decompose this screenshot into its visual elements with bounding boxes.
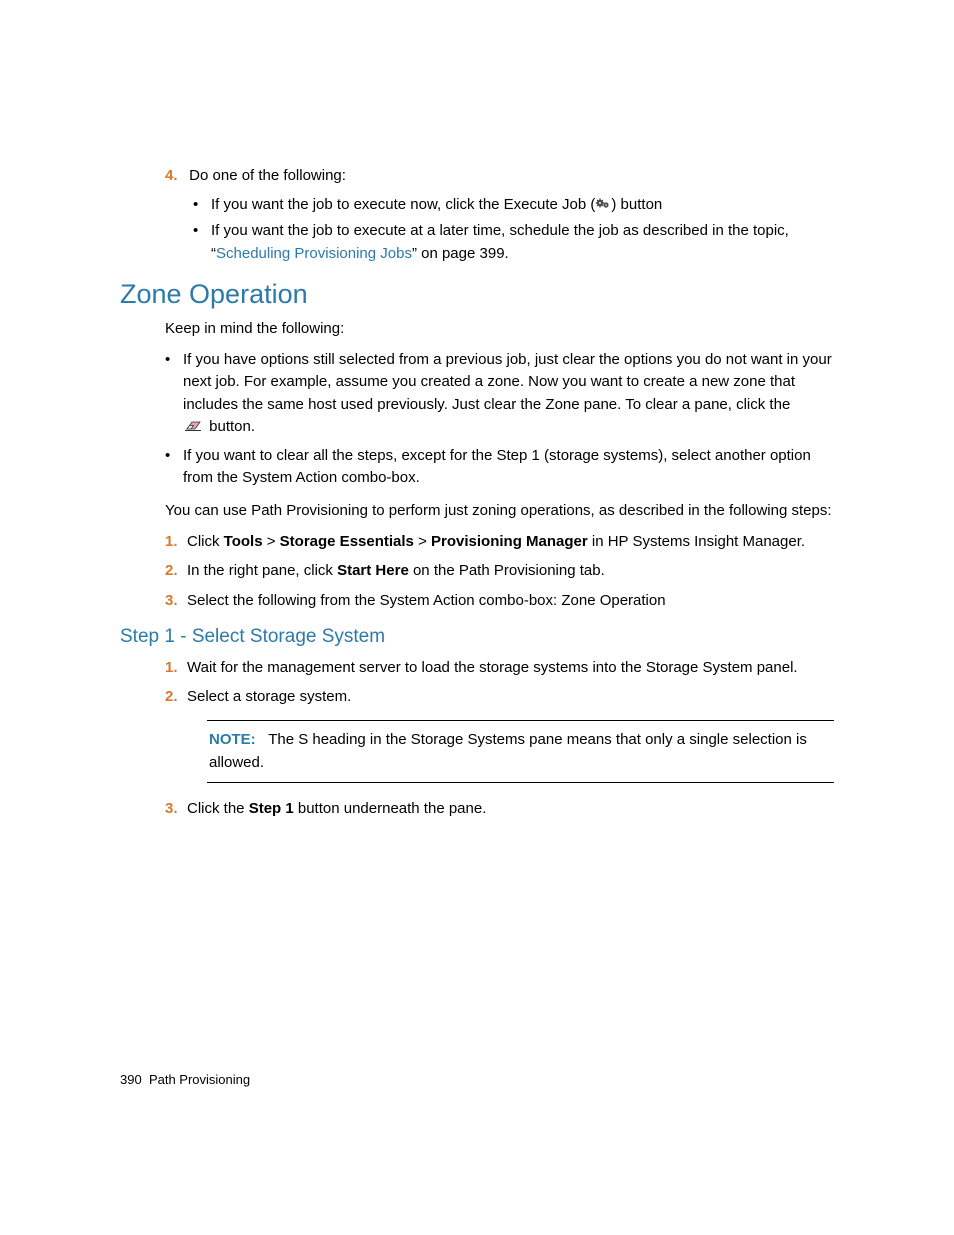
ordered-item-4: 4. Do one of the following: xyxy=(165,165,834,188)
list-text: In the right pane, click Start Here on t… xyxy=(187,559,834,582)
text: In the right pane, click xyxy=(187,562,337,579)
document-page: 4. Do one of the following: • If you wan… xyxy=(0,0,954,1235)
bold-text: Provisioning Manager xyxy=(431,533,588,550)
text: > xyxy=(414,533,431,550)
bullet-text: If you want to clear all the steps, exce… xyxy=(183,445,834,490)
ordered-item: 2.Select a storage system. xyxy=(165,685,834,708)
list-number: 3. xyxy=(165,797,187,820)
list-number: 2. xyxy=(165,559,187,582)
heading-zone-operation: Zone Operation xyxy=(120,279,834,310)
text: on the Path Provisioning tab. xyxy=(409,562,605,579)
bullet-item: • If you want to clear all the steps, ex… xyxy=(165,445,834,490)
text: Click the xyxy=(187,800,249,817)
bullet-marker: • xyxy=(193,220,211,265)
bold-text: Step 1 xyxy=(249,800,294,817)
execute-job-icon xyxy=(595,196,611,210)
ordered-item: 1.Wait for the management server to load… xyxy=(165,656,834,679)
list-number: 1. xyxy=(165,530,187,553)
bullet-marker: • xyxy=(165,349,183,439)
list-number: 2. xyxy=(165,685,187,708)
text: Click xyxy=(187,533,224,550)
intro-paragraph: Keep in mind the following: xyxy=(165,318,834,341)
list-text: Select the following from the System Act… xyxy=(187,589,834,612)
ordered-list-sub: 1.Wait for the management server to load… xyxy=(165,656,834,709)
page-number: 390 xyxy=(120,1072,142,1087)
bold-text: Storage Essentials xyxy=(280,533,414,550)
text: > xyxy=(263,533,280,550)
text: Select the following from the System Act… xyxy=(187,592,666,609)
ordered-item: 2.In the right pane, click Start Here on… xyxy=(165,559,834,582)
content-block: 4. Do one of the following: • If you wan… xyxy=(165,165,834,821)
bullet-item: • If you have options still selected fro… xyxy=(165,349,834,439)
eraser-icon xyxy=(183,418,203,432)
bullet-marker: • xyxy=(193,194,211,217)
list-number: 3. xyxy=(165,589,187,612)
list-text: Click the Step 1 button underneath the p… xyxy=(187,797,834,820)
bold-text: Start Here xyxy=(337,562,409,579)
note-label: NOTE: xyxy=(209,731,256,748)
note-box: NOTE: The S heading in the Storage Syste… xyxy=(207,720,834,783)
list-text: Do one of the following: xyxy=(189,167,346,184)
ordered-list-main: 1.Click Tools > Storage Essentials > Pro… xyxy=(165,530,834,612)
bullet-text: If you want the job to execute at a late… xyxy=(211,220,834,265)
page-footer: 390 Path Provisioning xyxy=(120,1072,250,1087)
text: in HP Systems Insight Manager. xyxy=(588,533,805,550)
bullet-text: If you have options still selected from … xyxy=(183,349,834,439)
text: button underneath the pane. xyxy=(294,800,487,817)
list-text: Select a storage system. xyxy=(187,685,834,708)
note-text: The S heading in the Storage Systems pan… xyxy=(209,731,807,771)
ordered-item: 3.Select the following from the System A… xyxy=(165,589,834,612)
list-number: 1. xyxy=(165,656,187,679)
list-text: Wait for the management server to load t… xyxy=(187,656,834,679)
footer-title: Path Provisioning xyxy=(149,1072,250,1087)
link-scheduling-jobs[interactable]: Scheduling Provisioning Jobs xyxy=(216,245,412,262)
sub-bullet-list: • If you want the job to execute now, cl… xyxy=(193,194,834,266)
list-number: 4. xyxy=(165,165,185,188)
ordered-item: 3. Click the Step 1 button underneath th… xyxy=(165,797,834,820)
list-text: Click Tools > Storage Essentials > Provi… xyxy=(187,530,834,553)
bold-text: Tools xyxy=(224,533,263,550)
heading-step1: Step 1 - Select Storage System xyxy=(120,626,834,648)
bullet-marker: • xyxy=(165,445,183,490)
bullet-item: • If you want the job to execute at a la… xyxy=(193,220,834,265)
ordered-item: 1.Click Tools > Storage Essentials > Pro… xyxy=(165,530,834,553)
bullet-item: • If you want the job to execute now, cl… xyxy=(193,194,834,217)
bullet-text: If you want the job to execute now, clic… xyxy=(211,194,834,217)
paragraph: You can use Path Provisioning to perform… xyxy=(165,500,834,523)
